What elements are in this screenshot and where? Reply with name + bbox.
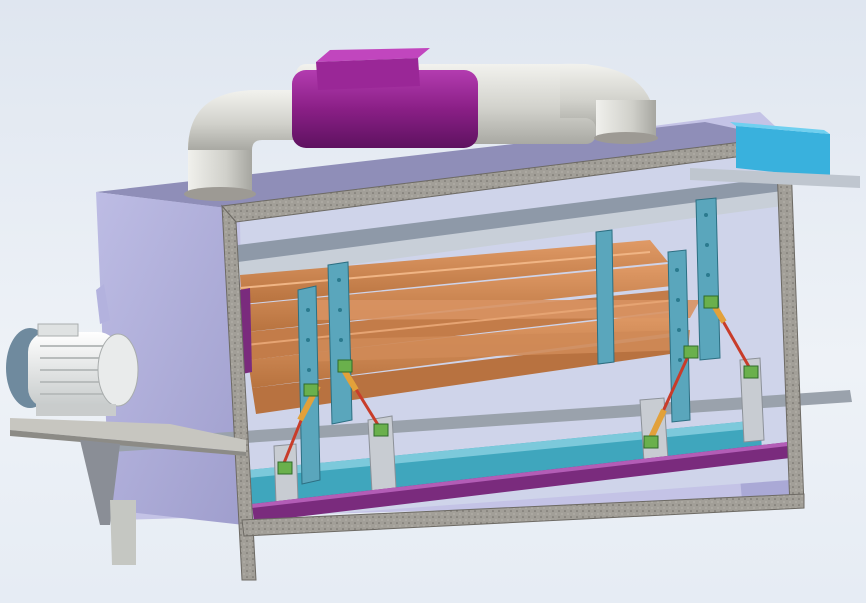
- machine-3d-model[interactable]: [0, 0, 866, 603]
- cad-viewport[interactable]: [0, 0, 866, 603]
- duct-inlet-box: [316, 48, 430, 90]
